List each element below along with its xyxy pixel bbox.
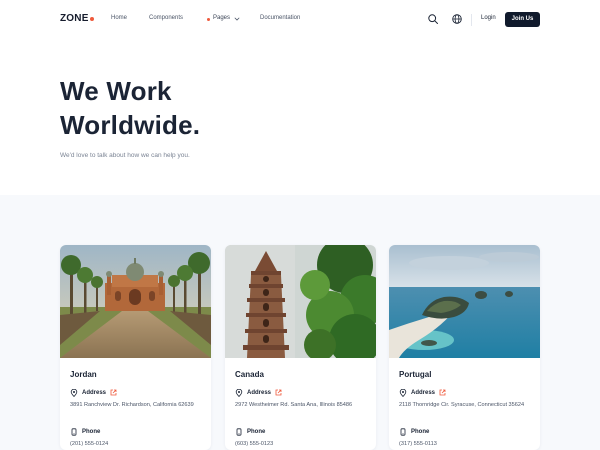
nav-link-documentation[interactable]: Documentation (260, 15, 300, 21)
hero-title-line1: We Work (60, 76, 172, 106)
office-address: 2118 Thornridge Cir. Syracuse, Connectic… (399, 402, 525, 408)
external-link-icon[interactable] (275, 389, 282, 396)
nav-link-home[interactable]: Home (111, 15, 127, 21)
office-address: 2972 Westheimer Rd. Santa Ana, Illinois … (235, 402, 353, 408)
search-icon[interactable] (427, 13, 439, 25)
top-navbar: ZONE Home Components Pages Documentation… (0, 0, 600, 40)
phone-label: Phone (82, 429, 101, 435)
map-pin-icon (70, 389, 78, 397)
external-link-icon[interactable] (439, 389, 446, 396)
external-link-icon[interactable] (110, 389, 117, 396)
nav-link-components[interactable]: Components (149, 15, 183, 21)
office-country: Canada (235, 370, 264, 379)
phone-icon (400, 428, 406, 436)
nav-divider (471, 14, 472, 26)
pagoda-image (225, 245, 376, 358)
map-pin-icon (235, 389, 243, 397)
office-phone[interactable]: (603) 555-0123 (235, 441, 273, 447)
office-card-jordan[interactable]: Jordan (60, 245, 211, 450)
coastal-image (389, 245, 540, 358)
phone-icon (71, 428, 77, 436)
office-phone[interactable]: (201) 555-0124 (70, 441, 108, 447)
join-us-button[interactable]: Join Us (505, 12, 540, 27)
globe-icon[interactable] (451, 13, 463, 25)
office-address: 3891 Ranchview Dr. Richardson, Californi… (70, 402, 194, 408)
office-phone[interactable]: (317) 555-0113 (399, 441, 437, 447)
phone-label: Phone (411, 429, 430, 435)
address-label: Address (411, 390, 436, 396)
address-label: Address (247, 390, 272, 396)
office-card-canada[interactable]: Canada (225, 245, 376, 450)
address-label: Address (82, 390, 107, 396)
hero-title: We Work Worldwide. (60, 74, 320, 142)
mosque-image (60, 245, 211, 358)
phone-label: Phone (247, 429, 266, 435)
brand-name: ZONE (60, 13, 89, 24)
office-country: Jordan (70, 370, 97, 379)
pages-active-dot (207, 17, 210, 21)
hero-title-line2: Worldwide. (60, 110, 201, 140)
login-link[interactable]: Login (481, 15, 496, 21)
map-pin-icon (399, 389, 407, 397)
office-country: Portugal (399, 370, 432, 379)
logo-dot (89, 17, 94, 21)
office-card-portugal[interactable]: Portugal (389, 245, 540, 450)
phone-icon (236, 428, 242, 436)
nav-link-pages[interactable]: Pages (213, 15, 230, 21)
chevron-down-icon[interactable] (234, 16, 240, 22)
hero-subtitle: We'd love to talk about how we can help … (60, 152, 190, 159)
brand-logo[interactable]: ZONE (60, 13, 94, 24)
